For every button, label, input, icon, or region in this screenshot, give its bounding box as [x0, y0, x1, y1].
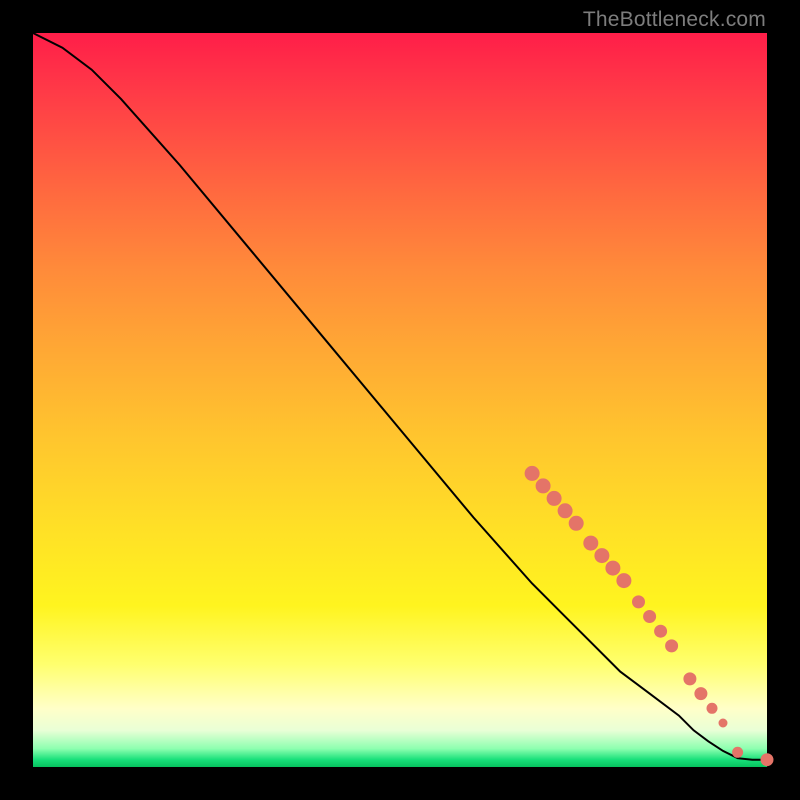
data-marker — [666, 640, 678, 652]
data-marker — [536, 479, 550, 493]
data-marker — [547, 491, 561, 505]
marker-group — [525, 466, 773, 765]
data-marker — [525, 466, 539, 480]
data-marker — [595, 549, 609, 563]
data-marker — [617, 574, 631, 588]
data-marker — [733, 747, 743, 757]
plot-area — [33, 33, 767, 767]
chart-svg — [33, 33, 767, 767]
data-marker — [558, 504, 572, 518]
data-marker — [655, 625, 667, 637]
data-marker — [644, 611, 656, 623]
data-marker — [695, 688, 707, 700]
watermark-text: TheBottleneck.com — [583, 8, 766, 32]
data-marker — [719, 719, 727, 727]
data-marker — [633, 596, 645, 608]
data-marker — [761, 754, 773, 766]
data-marker — [684, 673, 696, 685]
curve-line — [33, 33, 767, 760]
chart-frame: TheBottleneck.com — [0, 0, 800, 800]
data-marker — [584, 536, 598, 550]
data-marker — [569, 516, 583, 530]
data-marker — [707, 703, 717, 713]
data-marker — [606, 561, 620, 575]
